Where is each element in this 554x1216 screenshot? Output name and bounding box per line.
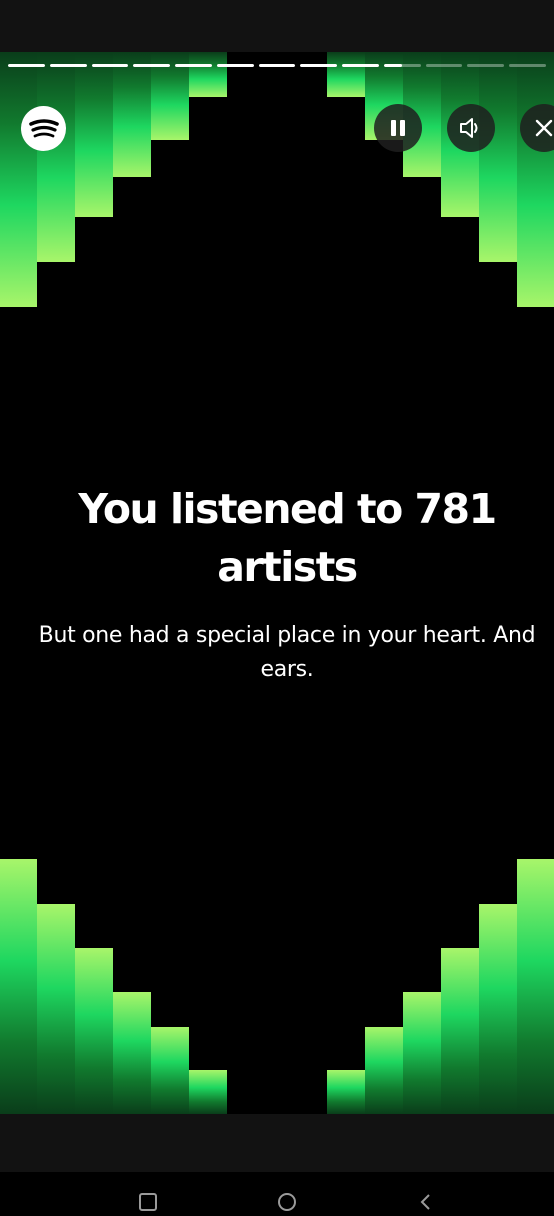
decorative-bar (75, 948, 113, 1114)
decorative-bar (403, 992, 441, 1114)
story-subtext: But one had a special place in your hear… (38, 623, 536, 682)
decorative-bar (0, 859, 37, 1114)
progress-segment (175, 64, 212, 67)
progress-segment (342, 64, 379, 67)
bottom-bar (0, 1114, 554, 1172)
progress-segment (509, 64, 546, 67)
progress-segment (383, 64, 421, 67)
pause-icon (391, 120, 405, 136)
story-headline: You listened to 781 artists (78, 485, 497, 591)
decorative-bar (113, 52, 151, 177)
back-icon[interactable] (416, 1192, 436, 1212)
system-nav-bar (0, 1172, 554, 1211)
progress-segment (216, 64, 254, 67)
sound-button[interactable] (447, 104, 495, 152)
decorative-bar (189, 52, 227, 97)
status-bar (0, 0, 554, 52)
decorative-bar (0, 52, 37, 307)
spotify-icon (21, 106, 66, 151)
decorative-bar (517, 859, 554, 1114)
progress-segment (467, 64, 505, 67)
progress-segment (425, 64, 463, 67)
close-icon (535, 119, 553, 137)
decorative-bar (37, 52, 75, 262)
decorative-bar (441, 948, 479, 1114)
progress-segment (258, 64, 296, 67)
progress-segment (91, 64, 129, 67)
progress-segment (49, 64, 87, 67)
wrapped-story[interactable]: You listened to 781 artists But one had … (0, 52, 554, 1114)
decorative-bar (327, 1070, 365, 1114)
progress-segment (300, 64, 338, 67)
decorative-bar (517, 52, 554, 307)
decorative-bar (37, 904, 75, 1114)
progress-segment (8, 64, 45, 67)
decorative-bar (189, 1070, 227, 1114)
pause-button[interactable] (374, 104, 422, 152)
decorative-bar (365, 1027, 403, 1114)
decorative-bar (327, 52, 365, 97)
decorative-bar (151, 1027, 189, 1114)
story-progress (8, 64, 546, 67)
progress-segment (133, 64, 171, 67)
recent-apps-icon[interactable] (138, 1192, 158, 1212)
speaker-icon (460, 118, 478, 138)
decorative-bar (75, 52, 113, 217)
decorative-bar (113, 992, 151, 1114)
decorative-bar (479, 52, 517, 262)
home-icon[interactable] (277, 1192, 297, 1212)
decorative-bar (479, 904, 517, 1114)
